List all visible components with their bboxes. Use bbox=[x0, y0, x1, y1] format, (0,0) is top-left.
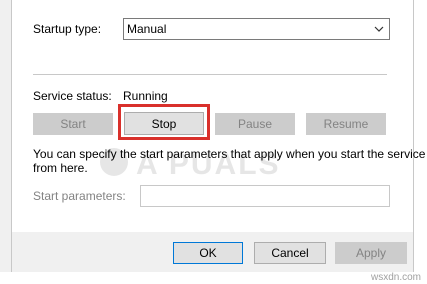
window-left-edge bbox=[0, 0, 12, 272]
apply-button[interactable]: Apply bbox=[335, 242, 407, 264]
cancel-button[interactable]: Cancel bbox=[254, 242, 326, 264]
start-params-hint-line1: You can specify the start parameters tha… bbox=[33, 147, 426, 161]
section-divider bbox=[33, 74, 387, 75]
window-right-edge bbox=[413, 0, 427, 272]
service-status-value: Running bbox=[123, 89, 168, 103]
start-parameters-label: Start parameters: bbox=[33, 189, 126, 203]
chevron-down-icon bbox=[374, 26, 384, 32]
start-params-hint-line2: from here. bbox=[33, 161, 88, 175]
startup-type-label: Startup type: bbox=[33, 22, 102, 36]
startup-type-dropdown[interactable]: Manual bbox=[123, 18, 390, 40]
service-status-label: Service status: bbox=[33, 89, 112, 103]
start-parameters-input[interactable] bbox=[140, 185, 390, 207]
service-properties-window: Startup type: Manual Service status: Run… bbox=[0, 0, 427, 284]
ok-button[interactable]: OK bbox=[173, 242, 243, 264]
site-watermark: wsxdn.com bbox=[370, 272, 421, 283]
startup-type-value: Manual bbox=[127, 22, 167, 36]
bottom-strip bbox=[0, 272, 427, 284]
resume-button[interactable]: Resume bbox=[306, 113, 386, 135]
